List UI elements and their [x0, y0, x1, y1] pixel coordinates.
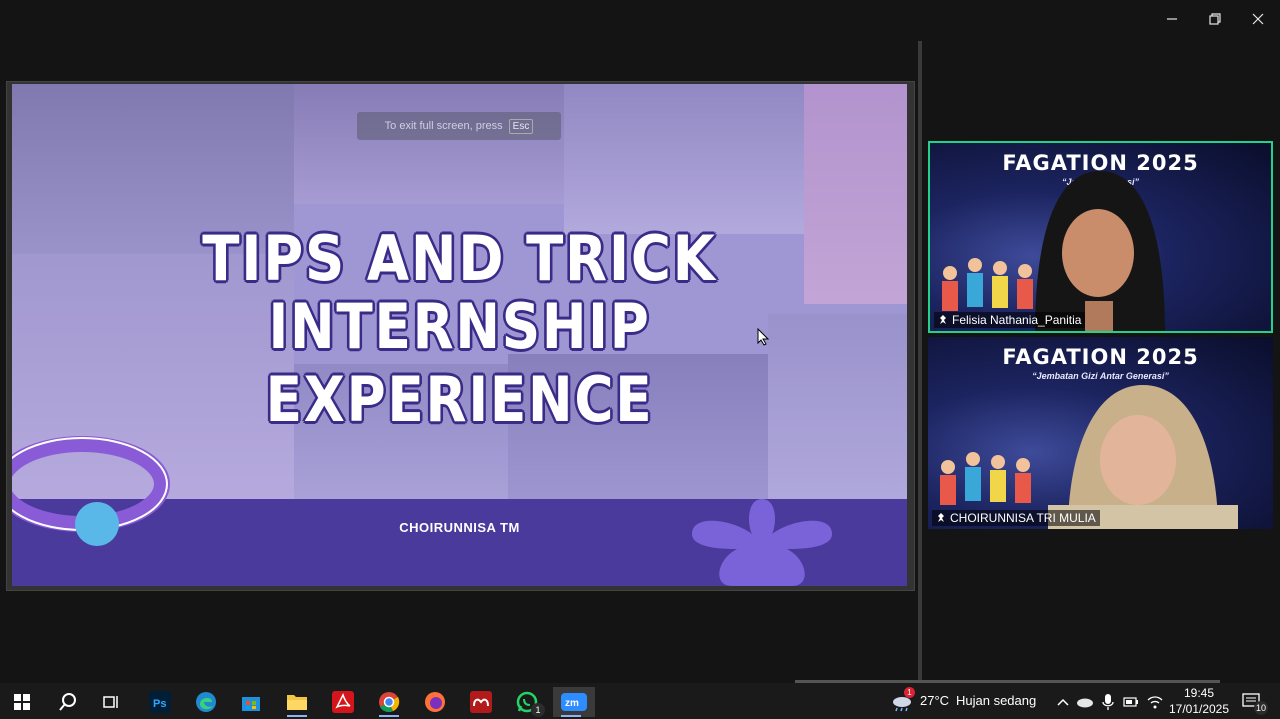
- chrome-icon: [379, 692, 400, 712]
- slide-title-line-1: TIPS AND TRICK: [202, 222, 717, 295]
- microphone-icon: [1102, 694, 1114, 710]
- store-taskbar-button[interactable]: [233, 687, 269, 717]
- mendeley-icon: [470, 691, 492, 713]
- ring-decoration: [12, 436, 170, 546]
- shared-slide[interactable]: TIPS AND TRICK INTERNSHIP EXPERIENCE CHO…: [12, 84, 907, 586]
- participant-name: Felisia Nathania_Panitia: [952, 313, 1082, 327]
- photoshop-taskbar-button[interactable]: Ps: [142, 687, 178, 717]
- minimize-button[interactable]: [1158, 8, 1186, 30]
- cloud-icon: [1077, 698, 1093, 708]
- acrobat-icon: [332, 691, 354, 713]
- zoom-taskbar-button[interactable]: zm: [553, 687, 595, 717]
- slide-presenter-name: CHOIRUNNISA TM: [399, 520, 520, 535]
- clock-date: 17/01/2025: [1168, 702, 1230, 716]
- wifi-icon: [1147, 696, 1163, 709]
- whatsapp-taskbar-button[interactable]: 1: [509, 687, 545, 717]
- panel-splitter[interactable]: [918, 41, 922, 681]
- svg-text:Ps: Ps: [153, 698, 166, 710]
- weather-condition: Hujan sedang: [956, 693, 1037, 708]
- windows-taskbar: Ps 1 zm 1 27°C Hujan sedang 19:45 17/01/…: [0, 683, 1280, 719]
- battery-icon: [1123, 697, 1138, 707]
- participant-name: CHOIRUNNISA TRI MULIA: [950, 511, 1096, 525]
- weather-widget[interactable]: 1: [884, 687, 920, 717]
- esc-key-label: Esc: [508, 118, 534, 134]
- store-icon: [242, 697, 260, 711]
- chevron-up-icon: [1057, 698, 1069, 706]
- mouse-cursor-icon: [757, 328, 769, 346]
- start-button[interactable]: [4, 687, 40, 717]
- edge-icon: [196, 692, 216, 712]
- firefox-icon: [425, 692, 445, 712]
- temperature: 27°C: [920, 693, 950, 708]
- participant-video-tile[interactable]: FAGATION 2025 “Jem… Generasi” Felisia Na…: [928, 141, 1273, 333]
- search-button[interactable]: [50, 687, 86, 717]
- svg-text:zm: zm: [565, 698, 579, 709]
- taskbar-clock[interactable]: 19:45 17/01/2025: [1168, 685, 1230, 717]
- close-icon: [1252, 13, 1264, 25]
- search-icon: [59, 693, 76, 711]
- battery-tray-icon[interactable]: [1118, 687, 1144, 717]
- acrobat-taskbar-button[interactable]: [325, 687, 361, 717]
- edge-taskbar-button[interactable]: [188, 687, 224, 717]
- firefox-taskbar-button[interactable]: [417, 687, 453, 717]
- whatsapp-badge: 1: [531, 703, 545, 717]
- restore-button[interactable]: [1201, 8, 1229, 30]
- wifi-tray-icon[interactable]: [1142, 687, 1168, 717]
- photoshop-icon: Ps: [149, 691, 171, 713]
- zoom-icon: zm: [561, 693, 587, 711]
- folder-icon: [287, 695, 307, 710]
- event-subtitle: “Jembatan Gizi Antar Generasi”: [1032, 371, 1169, 381]
- windows-logo-icon: [14, 694, 30, 710]
- close-button[interactable]: [1244, 8, 1272, 30]
- notifications-count: 10: [1254, 701, 1268, 715]
- fullscreen-exit-hint: To exit full screen, press Esc: [357, 112, 561, 140]
- clock-time: 19:45: [1183, 686, 1215, 700]
- participant-video-tile[interactable]: FAGATION 2025 “Jembatan Gizi Antar Gener…: [928, 337, 1273, 529]
- participant-name-tag: Felisia Nathania_Panitia: [934, 312, 1086, 328]
- event-title: FAGATION 2025: [1002, 345, 1199, 369]
- pin-icon: [938, 513, 944, 522]
- participant-name-tag: CHOIRUNNISA TRI MULIA: [932, 510, 1100, 526]
- zoom-meeting-window: TIPS AND TRICK INTERNSHIP EXPERIENCE CHO…: [0, 0, 1280, 719]
- slide-title-line-2: INTERNSHIP EXPERIENCE: [265, 290, 654, 436]
- restore-icon: [1209, 13, 1221, 25]
- weather-badge: 1: [904, 687, 915, 698]
- participant-video: [1048, 385, 1238, 529]
- task-view-icon: [103, 696, 118, 708]
- file-explorer-taskbar-button[interactable]: [279, 687, 315, 717]
- minimize-icon: [1167, 18, 1177, 20]
- notifications-button[interactable]: 10: [1234, 687, 1270, 717]
- esc-hint-text: To exit full screen, press: [384, 120, 503, 132]
- task-view-button[interactable]: [94, 687, 130, 717]
- pin-icon: [940, 315, 946, 324]
- participant-video: [1035, 171, 1165, 331]
- chrome-taskbar-button[interactable]: [371, 687, 407, 717]
- mendeley-taskbar-button[interactable]: [463, 687, 499, 717]
- flower-decoration: [692, 499, 832, 586]
